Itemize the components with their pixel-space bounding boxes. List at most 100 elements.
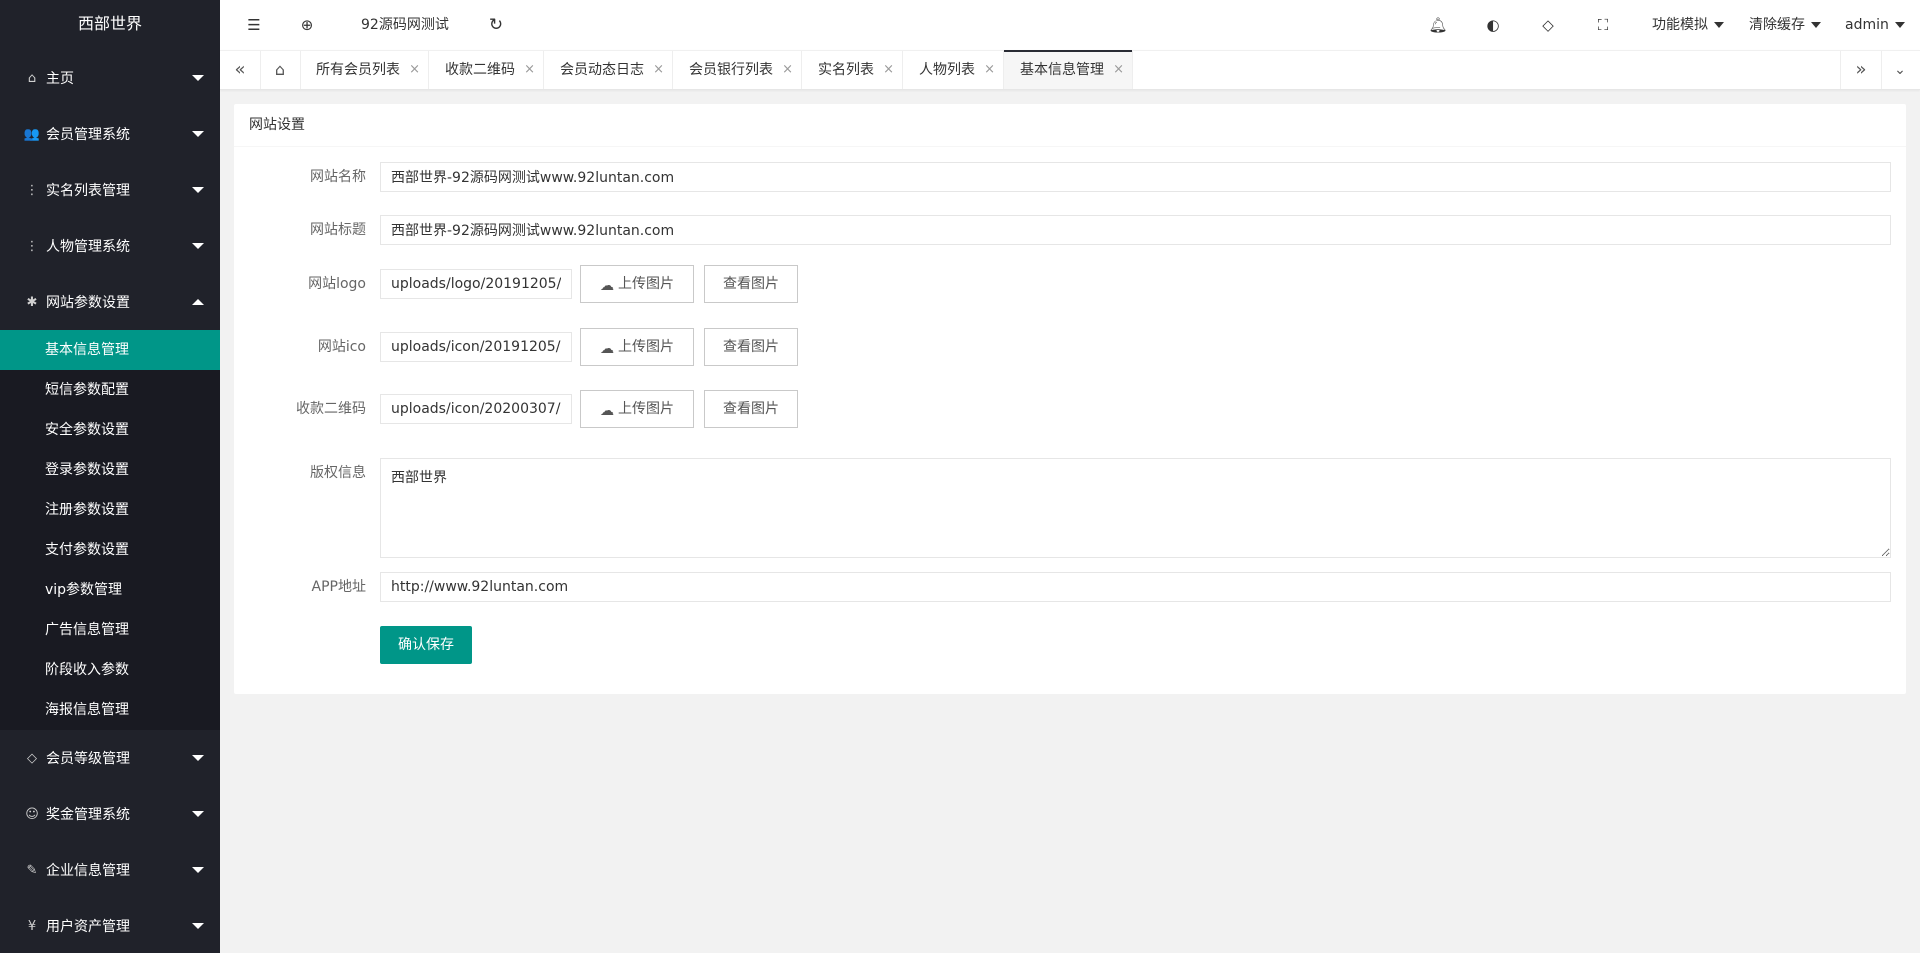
logo-path-input[interactable] — [380, 269, 572, 299]
chevron-down-icon — [192, 187, 204, 193]
upload-qrcode-button[interactable]: ☁ 上传图片 — [580, 390, 694, 428]
theme-icon[interactable]: ◐ — [1481, 13, 1505, 37]
nav-group-groups_bottom-0[interactable]: ◇ 会员等级管理 — [0, 730, 220, 786]
sidebar-subitem[interactable]: 阶段收入参数 — [0, 650, 220, 690]
sidebar-subitem[interactable]: 登录参数设置 — [0, 450, 220, 490]
close-icon[interactable]: × — [1113, 51, 1124, 89]
save-button[interactable]: 确认保存 — [380, 626, 472, 664]
tabs-scroll-left-icon[interactable]: « — [220, 51, 261, 89]
app-url-label: APP地址 — [311, 579, 366, 595]
close-icon[interactable]: × — [524, 51, 535, 89]
close-icon[interactable]: × — [984, 51, 995, 89]
site-title-input[interactable] — [380, 215, 1891, 245]
logo-label: 网站logo — [308, 276, 366, 292]
globe-icon[interactable]: ⊕ — [295, 13, 319, 37]
tab-label: 人物列表 — [919, 62, 975, 78]
close-icon[interactable]: × — [409, 51, 420, 89]
menu-collapse-icon[interactable]: ☰ — [242, 13, 266, 37]
site-title-label: 网站标题 — [310, 222, 366, 238]
feature-sim-menu[interactable]: 功能模拟 — [1652, 0, 1724, 50]
sidebar-subitem[interactable]: 海报信息管理 — [0, 690, 220, 730]
view-label: 查看图片 — [723, 401, 779, 417]
close-icon[interactable]: × — [782, 51, 793, 89]
app-logo: 西部世界 — [78, 14, 143, 33]
user-menu[interactable]: admin — [1845, 0, 1905, 50]
tab-label: 实名列表 — [818, 62, 874, 78]
sidebar-subitem[interactable]: 安全参数设置 — [0, 410, 220, 450]
close-icon[interactable]: × — [653, 51, 664, 89]
qrcode-label: 收款二维码 — [296, 401, 366, 417]
sidebar-subitem[interactable]: 短信参数配置 — [0, 370, 220, 410]
clear-cache-menu[interactable]: 清除缓存 — [1749, 0, 1821, 50]
site-link[interactable]: 92源码网测试 — [361, 0, 449, 50]
tab-item[interactable]: 会员银行列表 × — [673, 51, 802, 89]
smile-icon: ☺ — [25, 806, 39, 822]
site-name-input[interactable] — [380, 162, 1891, 192]
tab-item[interactable]: 所有会员列表 × — [300, 51, 429, 89]
upload-logo-button[interactable]: ☁ 上传图片 — [580, 265, 694, 303]
more-vertical-icon: ⋮ — [25, 182, 39, 198]
refresh-icon[interactable]: ↻ — [484, 13, 508, 37]
view-ico-button[interactable]: 查看图片 — [704, 328, 798, 366]
diamond-icon: ◇ — [27, 750, 37, 766]
app-url-input[interactable] — [380, 572, 1891, 602]
view-logo-button[interactable]: 查看图片 — [704, 265, 798, 303]
chevron-down-icon — [192, 131, 204, 137]
upload-ico-button[interactable]: ☁ 上传图片 — [580, 328, 694, 366]
nav-group-groups_bottom-2[interactable]: ✎ 企业信息管理 — [0, 842, 220, 898]
nav-group-groups_top-0[interactable]: ⌂ 主页 — [0, 50, 220, 106]
site-name-label: 网站名称 — [310, 169, 366, 185]
sidebar-subitem[interactable]: 广告信息管理 — [0, 610, 220, 650]
copyright-textarea[interactable]: 西部世界 — [380, 458, 1891, 558]
sidebar-subitem[interactable]: 基本信息管理 — [0, 330, 220, 370]
nav-group-groups_bottom-3[interactable]: ¥ 用户资产管理 — [0, 898, 220, 953]
fullscreen-icon[interactable]: ⛶ — [1591, 13, 1615, 37]
tab-item[interactable]: 人物列表 × — [903, 51, 1004, 89]
nav-group-label: 会员管理系统 — [46, 127, 130, 143]
tab-item[interactable]: 基本信息管理 × — [1004, 50, 1133, 89]
tab-bar: « ⌂ 所有会员列表 × 收款二维码 × 会员动态日志 × 会员银行列表 × 实名列表 × 人物列表… — [220, 50, 1920, 90]
feature-sim-label: 功能模拟 — [1652, 17, 1708, 33]
chevron-down-icon — [192, 755, 204, 761]
settings-card: 网站设置 网站名称 网站标题 网站logo ☁上传图片 查看图片 网站ico ☁… — [234, 104, 1906, 694]
users-icon: 👥 — [23, 126, 41, 142]
caret-down-icon — [1714, 22, 1724, 28]
upload-label: 上传图片 — [618, 276, 674, 292]
tab-label: 会员银行列表 — [689, 62, 773, 78]
sidebar-subitem[interactable]: 注册参数设置 — [0, 490, 220, 530]
nav-group-groups_top-2[interactable]: ⋮ 实名列表管理 — [0, 162, 220, 218]
tab-item[interactable]: 收款二维码 × — [429, 51, 544, 89]
tab-label: 会员动态日志 — [560, 62, 644, 78]
nav-group-groups_bottom-1[interactable]: ☺ 奖金管理系统 — [0, 786, 220, 842]
qrcode-path-input[interactable] — [380, 394, 572, 424]
nav-group-groups_top-3[interactable]: ⋮ 人物管理系统 — [0, 218, 220, 274]
view-qrcode-button[interactable]: 查看图片 — [704, 390, 798, 428]
ico-path-input[interactable] — [380, 332, 572, 362]
chevron-down-icon — [192, 75, 204, 81]
more-vertical-icon: ⋮ — [25, 238, 39, 254]
tab-item[interactable]: 会员动态日志 × — [544, 51, 673, 89]
chevron-up-icon — [192, 299, 204, 305]
nav-group-label: 主页 — [46, 71, 74, 87]
nav-group-site-settings[interactable]: ✱ 网站参数设置 — [0, 274, 220, 330]
tag-icon[interactable]: ◇ — [1536, 13, 1560, 37]
close-icon[interactable]: × — [883, 51, 894, 89]
nav-group-groups_top-1[interactable]: 👥 会员管理系统 — [0, 106, 220, 162]
gear-icon: ✱ — [26, 294, 38, 310]
tab-item[interactable]: 实名列表 × — [802, 51, 903, 89]
home-tab-icon[interactable]: ⌂ — [260, 51, 301, 89]
tab-label: 所有会员列表 — [316, 62, 400, 78]
tabs-dropdown-icon[interactable]: ⌄ — [1880, 51, 1920, 89]
card-title: 网站设置 — [234, 104, 1906, 147]
upload-label: 上传图片 — [618, 339, 674, 355]
tabs-scroll-right-icon[interactable]: » — [1840, 51, 1882, 89]
chevron-down-icon — [192, 243, 204, 249]
sidebar-subitem[interactable]: 支付参数设置 — [0, 530, 220, 570]
nav-group-label: 企业信息管理 — [46, 863, 130, 879]
nav-group-label: 人物管理系统 — [46, 239, 130, 255]
nav-group-label: 奖金管理系统 — [46, 807, 130, 823]
bell-icon[interactable]: 🔔︎ — [1426, 13, 1450, 37]
nav-group-label: 会员等级管理 — [46, 751, 130, 767]
sidebar-subitem[interactable]: vip参数管理 — [0, 570, 220, 610]
nav-submenu: 基本信息管理 短信参数配置 安全参数设置 登录参数设置 注册参数设置 支付参数设置 vip参… — [0, 330, 220, 730]
